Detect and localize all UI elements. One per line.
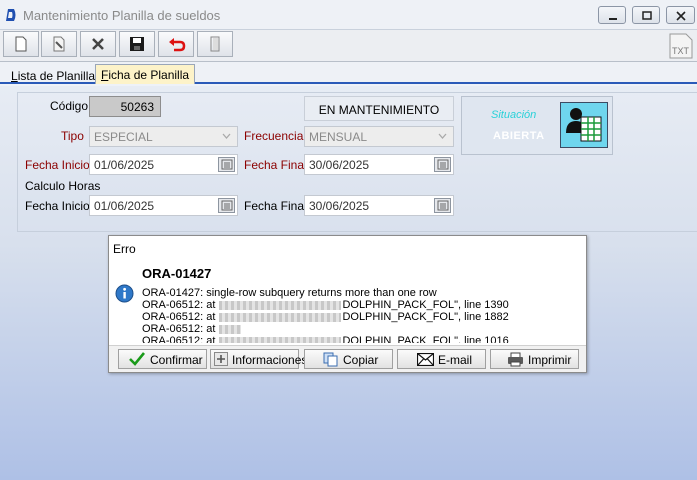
print-button[interactable]: Imprimir (490, 349, 579, 369)
copy-button[interactable]: Copiar (304, 349, 393, 369)
error-dialog: Erro ORA-01427 ORA-01427: single-row sub… (108, 235, 587, 373)
tab-strip: Lista de Planillas Ficha de Planilla (0, 62, 697, 84)
txt-file-icon: TXT (669, 33, 693, 59)
situacion-button[interactable] (560, 102, 608, 148)
minimize-icon (609, 18, 617, 20)
confirm-label: Confirmar (150, 353, 203, 367)
error-line: ORA-06512: at DOLPHIN_PACK_FOL", line 18… (142, 311, 509, 323)
txt-label: TXT (672, 46, 690, 56)
calendar-icon (221, 159, 233, 170)
person-spreadsheet-icon (566, 108, 602, 142)
situacion-panel: Situación ABIERTA (461, 96, 613, 155)
redacted-text (219, 312, 342, 322)
maximize-button[interactable] (632, 6, 660, 24)
tipo-value: ESPECIAL (94, 130, 153, 144)
close-icon (676, 11, 686, 21)
undo-icon (169, 38, 186, 52)
frecuencia-select[interactable]: MENSUAL (304, 126, 454, 147)
error-code-heading: ORA-01427 (142, 266, 212, 281)
app-logo-icon (6, 9, 16, 21)
edit-document-icon (53, 36, 65, 52)
print-label: Imprimir (528, 353, 572, 367)
frecuencia-value: MENSUAL (309, 130, 368, 144)
chevron-down-icon (438, 133, 447, 139)
edit-button[interactable] (41, 31, 77, 57)
door-icon (210, 36, 220, 52)
toolbar (0, 30, 697, 62)
redacted-text (219, 336, 342, 343)
dialog-title: Erro (113, 242, 136, 256)
delete-icon (92, 38, 104, 50)
tipo-label: Tipo (61, 129, 84, 143)
fecha-final-value: 30/06/2025 (309, 158, 370, 172)
minimize-button[interactable] (598, 6, 626, 24)
copy-label: Copiar (343, 353, 379, 367)
checkmark-icon (129, 352, 145, 366)
fecha-final-label: Fecha Final (244, 158, 307, 172)
frecuencia-label: Frecuencia (244, 129, 304, 143)
email-label: E-mail (438, 353, 473, 367)
fecha-inicio-field[interactable]: 01/06/2025 (89, 154, 238, 175)
save-button[interactable] (119, 31, 155, 57)
export-txt-button[interactable]: TXT (666, 33, 696, 59)
undo-button[interactable] (158, 31, 194, 57)
chevron-down-icon (222, 133, 231, 139)
calc-fecha-inicio-field[interactable]: 01/06/2025 (89, 195, 238, 216)
calendar-icon (437, 200, 449, 211)
calculo-horas-label: Calculo Horas (25, 179, 101, 193)
redacted-text (219, 300, 342, 310)
error-message-area: ORA-01427: single-row subquery returns m… (142, 287, 572, 343)
printer-icon (508, 352, 523, 367)
error-line: ORA-01427: single-row subquery returns m… (142, 287, 437, 299)
calc-fecha-final-label: Fecha Final (244, 199, 307, 213)
fecha-final-field[interactable]: 30/06/2025 (304, 154, 454, 175)
tab-lista-de-planillas[interactable]: Lista de Planillas (6, 66, 106, 84)
status-badge: EN MANTENIMIENTO (304, 96, 454, 121)
info-icon (115, 284, 134, 303)
new-document-icon (15, 36, 27, 52)
error-line: ORA-06512: at (142, 323, 572, 335)
save-icon (130, 37, 144, 51)
email-button[interactable]: E-mail (397, 349, 486, 369)
situacion-value: ABIERTA (493, 130, 545, 142)
codigo-field[interactable]: 50263 (89, 96, 161, 117)
calendar-button[interactable] (434, 198, 451, 213)
calendar-button[interactable] (434, 157, 451, 172)
error-line: ORA-06512: at DOLPHIN_PACK_FOL", line 10… (142, 335, 572, 343)
plus-icon (214, 352, 228, 366)
email-icon (417, 353, 434, 366)
info-label: Informaciones (232, 353, 308, 367)
title-bar: Mantenimiento Planilla de sueldos (0, 0, 697, 30)
new-button[interactable] (3, 31, 39, 57)
codigo-label: Código (50, 99, 89, 113)
calendar-button[interactable] (218, 198, 235, 213)
redacted-text (219, 324, 242, 334)
delete-button[interactable] (80, 31, 116, 57)
calendar-icon (221, 200, 233, 211)
calc-fecha-final-field[interactable]: 30/06/2025 (304, 195, 454, 216)
fecha-inicio-label: Fecha Inicio (25, 158, 90, 172)
copy-icon (323, 352, 338, 367)
tipo-select[interactable]: ESPECIAL (89, 126, 238, 147)
dialog-button-bar: Confirmar Informaciones Copiar E-mail Im… (109, 345, 586, 372)
confirm-button[interactable]: Confirmar (118, 349, 207, 369)
calendar-button[interactable] (218, 157, 235, 172)
exit-button[interactable] (197, 31, 233, 57)
info-button[interactable]: Informaciones (210, 349, 307, 369)
maximize-icon (642, 11, 652, 20)
calendar-icon (437, 159, 449, 170)
close-window-button[interactable] (666, 6, 695, 24)
tab-ficha-de-planilla[interactable]: Ficha de Planilla (95, 64, 196, 84)
fecha-inicio-value: 01/06/2025 (94, 158, 155, 172)
situacion-label: Situación (491, 109, 537, 121)
calc-fecha-inicio-value: 01/06/2025 (94, 199, 155, 213)
window-title: Mantenimiento Planilla de sueldos (23, 8, 221, 23)
calc-fecha-final-value: 30/06/2025 (309, 199, 370, 213)
calc-fecha-inicio-label: Fecha Inicio (25, 199, 90, 213)
error-line: ORA-06512: at DOLPHIN_PACK_FOL", line 13… (142, 299, 509, 311)
